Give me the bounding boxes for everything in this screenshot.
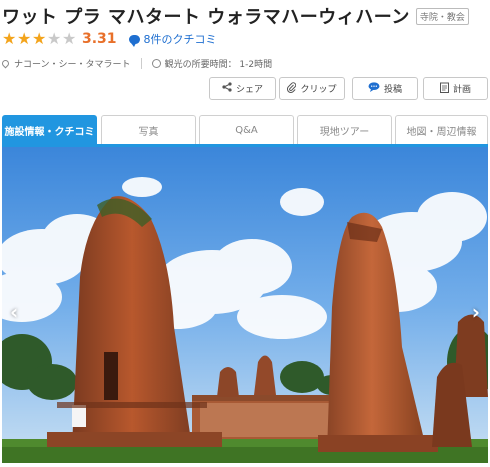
clip-label: クリップ: [300, 84, 337, 94]
duration-text: 観光の所要時間： 1-2時間: [164, 60, 273, 70]
category-badge[interactable]: 寺院・教会: [415, 7, 469, 25]
action-bar: シェア クリップ 投稿 計画: [0, 77, 490, 100]
star-icon: ★: [32, 29, 47, 48]
plan-icon: [439, 82, 449, 96]
location-text[interactable]: ナコーン・シー・タマラート: [14, 57, 131, 70]
share-label: シェア: [235, 84, 263, 94]
location-pin-icon: [0, 58, 11, 69]
title-row: ワット プラ マハタート ウォラマハーウィハーン 寺院・教会: [2, 3, 469, 29]
post-button[interactable]: 投稿: [352, 77, 418, 100]
tab-qa[interactable]: Q&A: [199, 115, 294, 145]
clip-button[interactable]: クリップ: [279, 77, 345, 100]
reviews-count: 8件のクチコミ: [143, 33, 217, 46]
tab-map-nearby[interactable]: 地図・周辺情報: [395, 115, 488, 145]
reviews-link[interactable]: 8件のクチコミ: [128, 31, 217, 47]
gallery-prev-arrow[interactable]: ‹: [10, 300, 18, 324]
page-title: ワット プラ マハタート ウォラマハーウィハーン: [2, 7, 410, 28]
rating-score: 3.31: [82, 31, 117, 47]
star-empty-icon: ★: [47, 29, 62, 48]
star-empty-icon: ★: [62, 29, 77, 48]
divider: [140, 58, 142, 69]
plan-label: 計画: [452, 84, 471, 94]
post-bubble-icon: [368, 82, 380, 95]
tab-facility-reviews[interactable]: 施設情報・クチコミ: [2, 115, 97, 145]
plan-button[interactable]: 計画: [423, 77, 488, 100]
post-label: 投稿: [383, 84, 402, 94]
gallery-next-arrow[interactable]: ›: [472, 300, 480, 324]
star-icon: ★: [17, 29, 32, 48]
star-rating: ★ ★ ★ ★ ★: [2, 31, 77, 47]
tab-photos[interactable]: 写真: [101, 115, 196, 145]
share-icon: [222, 82, 232, 95]
star-icon: ★: [2, 29, 17, 48]
info-row: ナコーン・シー・タマラート 観光の所要時間： 1-2時間: [0, 57, 273, 70]
gallery-photo[interactable]: ‹ ›: [2, 147, 488, 463]
rating-row: ★ ★ ★ ★ ★ 3.31 8件のクチコミ: [2, 31, 217, 48]
tab-bar: 施設情報・クチコミ 写真 Q&A 現地ツアー 地図・周辺情報: [2, 115, 488, 145]
temple-ruins-image: [2, 147, 488, 463]
comment-bubble-icon: [128, 34, 140, 47]
share-button[interactable]: シェア: [209, 77, 276, 100]
tab-local-tours[interactable]: 現地ツアー: [297, 115, 392, 145]
clock-icon: [151, 59, 161, 68]
clip-icon: [287, 81, 297, 96]
